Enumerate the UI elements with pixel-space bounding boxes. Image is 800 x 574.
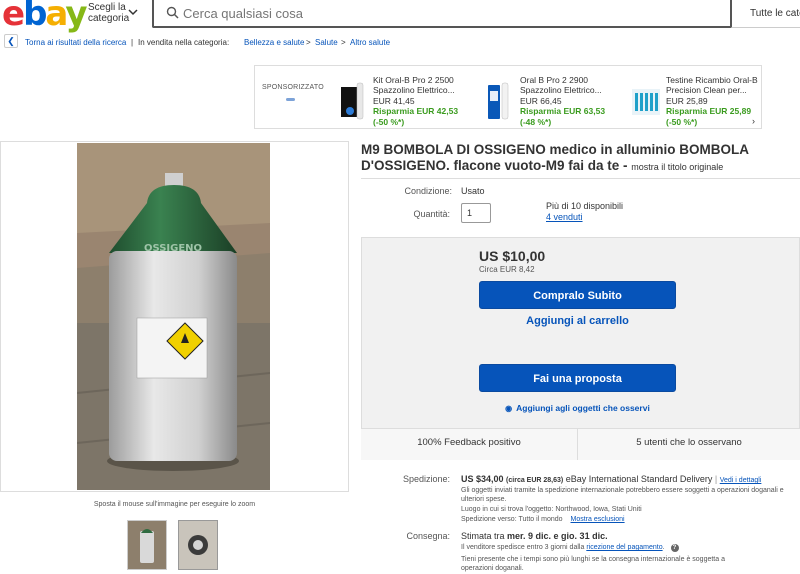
condition-label: Condizione: (404, 186, 452, 196)
divider (361, 178, 800, 179)
delivery-dates: mer. 9 dic. e gio. 31 dic. (507, 531, 608, 541)
breadcrumb-arrow: > (341, 38, 346, 47)
breadcrumb-arrow: > (306, 38, 311, 47)
shipping-label: Spedizione: (402, 474, 450, 484)
ships-to-text: Spedizione verso: Tutto il mondo (461, 516, 563, 523)
back-arrow-icon[interactable]: ❮ (4, 34, 18, 48)
thumbnail-2[interactable] (178, 520, 218, 570)
quantity-label: Quantità: (413, 209, 450, 219)
show-original-title-link[interactable]: mostra il titolo originale (631, 162, 723, 172)
breadcrumb-item-salute[interactable]: Salute (315, 38, 338, 47)
item-price-converted: Circa EUR 8,42 (479, 265, 535, 274)
condition-value: Usato (461, 186, 485, 196)
watchers-stat: 5 utenti che lo osservano (636, 437, 742, 448)
customs-note-1: Gli oggetti inviati tramite la spedizion… (461, 487, 784, 494)
category-selector[interactable]: Scegli la categoria (88, 2, 129, 24)
logo-letter-a: a (45, 0, 67, 34)
sponsored-ad-2[interactable]: Oral B Pro 2 2900 Spazzolino Elettrico..… (486, 73, 626, 129)
shipping-details-link[interactable]: Vedi i dettagli (720, 477, 762, 484)
ad-savings: Risparmia EUR 25,89 (666, 106, 752, 116)
ad-title-line-1: Testine Ricambio Oral-B (666, 75, 758, 85)
ad-savings: Risparmia EUR 42,53 (373, 106, 459, 116)
exclusions-link[interactable]: Mostra esclusioni (571, 516, 625, 523)
ad-thumbnail (632, 89, 660, 115)
availability-text: Più di 10 disponibili (546, 201, 624, 211)
ad-title-line-2: Precision Clean per... (666, 85, 747, 95)
carousel-indicator (286, 98, 295, 101)
thumbnail-1[interactable] (127, 520, 167, 570)
ad-discount: (-48 %*) (520, 117, 552, 127)
category-label-2: categoria (88, 13, 130, 24)
help-icon[interactable]: ? (670, 544, 679, 552)
ad-discount: (-50 %*) (666, 117, 698, 127)
ad-title-line-2: Spazzolino Elettrico... (520, 85, 602, 95)
ad-price: EUR 66,45 (520, 96, 562, 106)
product-photo[interactable]: OSSIGENO (77, 143, 270, 490)
all-categories-select[interactable]: Tutte le categorie (732, 0, 800, 28)
logo-letter-y: y (65, 0, 87, 34)
listed-in-label: In vendita nella categoria: (138, 38, 230, 47)
shipping-price: US $34,00 (461, 474, 504, 484)
ad-price: EUR 41,45 (373, 96, 415, 106)
sponsored-label: SPONSORIZZATO (262, 84, 324, 91)
eye-icon: ◉ (505, 404, 513, 413)
shipping-price-converted: (circa EUR 28,63) (506, 477, 564, 484)
logo-letter-b: b (23, 0, 47, 34)
ad-thumbnail (341, 82, 364, 120)
zoom-hint: Sposta il mouse sull'immagine per esegui… (93, 501, 256, 508)
customs-note-2: ulteriori spese. (461, 496, 507, 503)
sold-count-link[interactable]: 4 venduti (546, 212, 583, 222)
ad-thumbnail (488, 82, 509, 120)
ships-to: Spedizione verso: Tutto il mondo Mostra … (461, 515, 625, 524)
add-to-cart-button[interactable]: Aggiungi al carrello (479, 315, 676, 327)
make-offer-button[interactable]: Fai una proposta (479, 364, 676, 392)
ad-title-line-1: Kit Oral-B Pro 2 2500 (373, 75, 454, 85)
customs-note: Gli oggetti inviati tramite la spedizion… (461, 486, 800, 504)
delivery-estimate: Stimata tra mer. 9 dic. e gio. 31 dic. (461, 531, 608, 541)
sponsored-ad-1[interactable]: Kit Oral-B Pro 2 2500 Spazzolino Elettri… (339, 73, 479, 129)
separator: | (714, 474, 718, 484)
delivery-label: Consegna: (406, 531, 450, 541)
ad-savings: Risparmia EUR 63,53 (520, 106, 606, 116)
dispatch-note-pre: Il venditore spedisce entro 3 giorni dal… (461, 544, 585, 551)
thumbnail-image (179, 521, 217, 569)
customs-delay-line-2: operazioni doganali. (461, 565, 524, 572)
payment-receipt-link[interactable]: ricezione del pagamento (586, 544, 662, 551)
chevron-right-icon[interactable]: › (752, 116, 755, 126)
sponsored-ad-3[interactable]: Testine Ricambio Oral-B Precision Clean … (632, 73, 772, 129)
item-location: Luogo in cui si trova l'oggetto: Northwo… (461, 506, 642, 513)
shipping-service: eBay International Standard Delivery (565, 474, 713, 484)
breadcrumb-item-altro-salute[interactable]: Altro salute (350, 38, 390, 47)
category-label-1: Scegli la (88, 2, 126, 13)
ad-discount: (-50 %*) (373, 117, 405, 127)
dispatch-note: Il venditore spedisce entro 3 giorni dal… (461, 543, 679, 552)
shipping-summary: US $34,00 (circa EUR 28,63) eBay Interna… (461, 474, 761, 484)
ebay-logo[interactable]: ebay (2, 0, 88, 34)
breadcrumb-item-bellezza[interactable]: Bellezza e salute (244, 38, 304, 47)
logo-letter-e: e (2, 0, 25, 34)
item-title: M9 BOMBOLA DI OSSIGENO medico in allumin… (361, 142, 791, 175)
dispatch-note-post: . (662, 544, 665, 551)
delivery-estimate-label: Stimata tra (461, 531, 505, 541)
breadcrumb-separator: | (131, 38, 134, 47)
ad-title-line-2: Spazzolino Elettrico... (373, 85, 455, 95)
back-to-results-link[interactable]: Torna ai risultati della ricerca (25, 38, 126, 47)
quantity-input[interactable] (461, 203, 491, 223)
add-to-watchlist-button[interactable]: ◉ Aggiungi agli oggetti che osservi (479, 403, 676, 413)
search-icon (166, 6, 179, 19)
thumbnail-image (128, 521, 166, 569)
chevron-down-icon[interactable] (128, 8, 138, 19)
ad-price: EUR 25,89 (666, 96, 708, 106)
add-to-watchlist-label: Aggiungi agli oggetti che osservi (516, 403, 650, 413)
buy-box (361, 237, 800, 460)
customs-delay-note: Tieni presente che i tempi sono più lung… (461, 555, 781, 573)
feedback-stat: 100% Feedback positivo (417, 437, 521, 448)
search-input[interactable] (183, 6, 583, 21)
item-price: US $10,00 (479, 248, 546, 264)
buy-now-button[interactable]: Compralo Subito (479, 281, 676, 309)
customs-delay-line-1: Tieni presente che i tempi sono più lung… (461, 556, 725, 563)
cylinder-label: OSSIGENO (144, 243, 202, 254)
ad-title-line-1: Oral B Pro 2 2900 (520, 75, 589, 85)
